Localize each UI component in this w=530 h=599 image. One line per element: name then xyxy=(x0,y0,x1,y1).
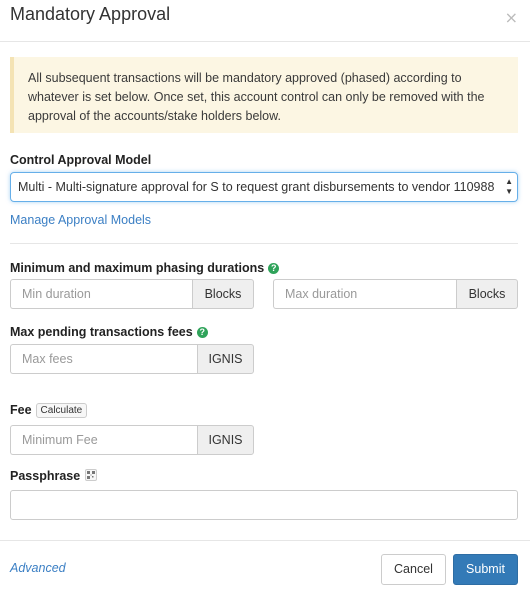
min-duration-group: Min duration Blocks xyxy=(10,279,254,309)
fee-label-text: Fee xyxy=(10,403,32,417)
alert-text: All subsequent transactions will be mand… xyxy=(28,71,485,123)
phasing-label: Minimum and maximum phasing durations? xyxy=(10,261,280,275)
max-fees-label-text: Max pending transactions fees xyxy=(10,325,193,339)
max-duration-unit: Blocks xyxy=(456,279,518,309)
passphrase-input[interactable] xyxy=(10,490,518,520)
passphrase-label-text: Passphrase xyxy=(10,469,81,483)
qr-code-icon[interactable] xyxy=(85,469,98,481)
fee-group: Minimum Fee IGNIS xyxy=(10,425,254,455)
min-duration-input[interactable]: Min duration xyxy=(10,279,192,309)
max-fees-label: Max pending transactions fees? xyxy=(10,325,208,339)
warning-alert: All subsequent transactions will be mand… xyxy=(10,57,518,133)
fee-unit: IGNIS xyxy=(197,425,254,455)
phasing-label-text: Minimum and maximum phasing durations xyxy=(10,261,265,275)
control-model-select[interactable]: Multi - Multi-signature approval for S t… xyxy=(10,172,518,202)
modal-title: Mandatory Approval xyxy=(10,4,171,24)
fee-input[interactable]: Minimum Fee xyxy=(10,425,197,455)
max-duration-input[interactable]: Max duration xyxy=(273,279,456,309)
divider xyxy=(10,243,518,244)
calculate-fee-button[interactable]: Calculate xyxy=(35,403,88,418)
submit-button[interactable]: Submit xyxy=(453,554,518,585)
manage-approval-models-link[interactable]: Manage Approval Models xyxy=(10,213,151,227)
help-icon[interactable]: ? xyxy=(196,327,208,338)
close-icon[interactable]: × xyxy=(505,8,518,27)
min-duration-unit: Blocks xyxy=(192,279,254,309)
max-duration-group: Max duration Blocks xyxy=(273,279,518,309)
control-model-selected-value: Multi - Multi-signature approval for S t… xyxy=(18,180,495,194)
control-model-label: Control Approval Model xyxy=(10,153,152,167)
max-fees-unit: IGNIS xyxy=(197,344,254,374)
max-fees-group: Max fees IGNIS xyxy=(10,344,254,374)
max-fees-input[interactable]: Max fees xyxy=(10,344,197,374)
advanced-link[interactable]: Advanced xyxy=(10,561,66,575)
help-icon[interactable]: ? xyxy=(268,263,280,274)
footer-divider xyxy=(0,540,530,541)
fee-label: Fee Calculate xyxy=(10,403,88,418)
select-arrows-icon: ▲ ▼ xyxy=(505,177,513,196)
cancel-button[interactable]: Cancel xyxy=(381,554,446,585)
modal-header: Mandatory Approval × xyxy=(0,0,530,42)
passphrase-label: Passphrase xyxy=(10,469,98,483)
